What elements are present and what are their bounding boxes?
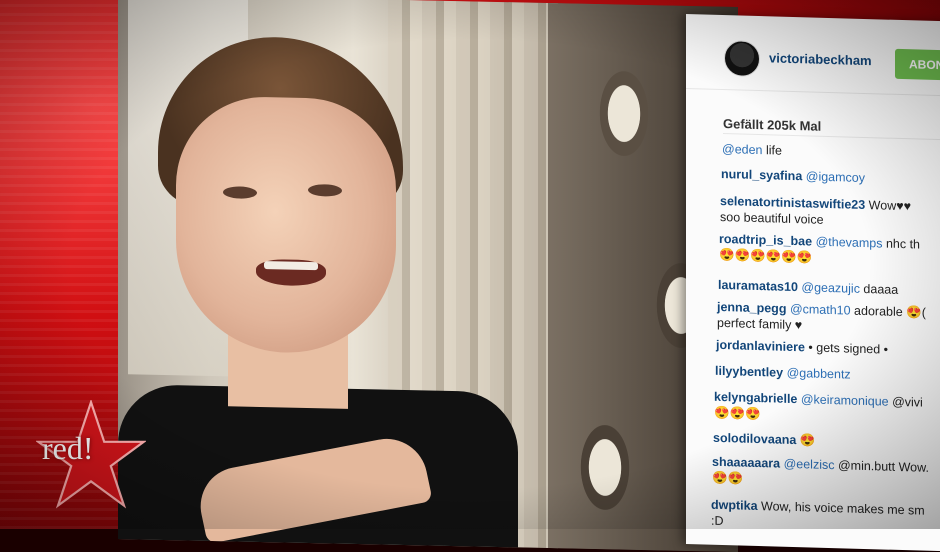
comment-username[interactable]: lauramatas10 xyxy=(718,278,801,294)
post-username[interactable]: victoriabeckham xyxy=(769,50,872,68)
comment-text: nhc th xyxy=(885,236,920,252)
comment-text: • gets signed • xyxy=(808,340,889,357)
comment-item: nurul_syafina @igamcoy xyxy=(721,166,865,186)
comment-item: shaaaaaara @eelzisc @min.butt Wow. 😍😍 xyxy=(712,454,929,492)
comment-mention[interactable]: @eelzisc xyxy=(784,457,838,473)
comment-username[interactable]: roadtrip_is_bae xyxy=(719,232,816,249)
comment-mention[interactable]: @thevamps xyxy=(816,235,886,251)
boy-teeth xyxy=(264,261,318,271)
comment-username[interactable]: kelyngabrielle xyxy=(714,390,801,406)
instagram-post-panel: victoriabeckham ABON Gefällt 205k Mal @e… xyxy=(686,14,940,552)
comment-text: adorable 😍( xyxy=(854,303,926,320)
comment-username[interactable]: shaaaaaara xyxy=(712,455,784,471)
avatar[interactable] xyxy=(724,40,760,78)
comment-text: daaaa xyxy=(863,281,899,297)
logo-text: red! xyxy=(42,430,94,466)
comment-item: lilyybentley @gabbentz xyxy=(715,363,851,383)
comment-mention[interactable]: @igamcoy xyxy=(806,169,865,185)
comment-item: selenatortinistaswiftie23 Wow♥♥ soo beau… xyxy=(720,193,911,230)
comments-list: @eden life nurul_syafina @igamcoy selena… xyxy=(686,140,940,528)
comment-username[interactable]: nurul_syafina xyxy=(721,167,806,183)
video-frame xyxy=(118,0,738,552)
comment-username[interactable]: jenna_pegg xyxy=(717,300,790,316)
follow-button[interactable]: ABON xyxy=(895,48,940,81)
comment-username[interactable]: jordanlaviniere xyxy=(716,338,808,355)
divider xyxy=(723,133,940,141)
comment-mention[interactable]: @cmath10 xyxy=(790,302,854,318)
comment-text: life xyxy=(765,143,782,158)
comment-mention[interactable]: @gabbentz xyxy=(787,366,851,382)
comment-text: @min.butt Wow. xyxy=(837,458,929,475)
comment-mention[interactable]: @keiramonique xyxy=(801,392,892,409)
comment-mention[interactable]: @geazujic xyxy=(801,280,863,296)
comment-text: Wow♥♥ xyxy=(868,198,912,214)
comment-mention[interactable]: @eden xyxy=(722,142,766,157)
comment-username[interactable]: lilyybentley xyxy=(715,364,787,380)
comment-item: solodilovaana 😍 xyxy=(713,430,815,449)
post-header: victoriabeckham ABON xyxy=(686,14,940,97)
likes-count: Gefällt 205k Mal xyxy=(723,116,822,134)
comment-username[interactable]: dwptika xyxy=(711,498,761,513)
comment-text: 😍 xyxy=(799,433,816,448)
comment-item: lauramatas10 @geazujic daaaa xyxy=(718,277,898,298)
comment-item: roadtrip_is_bae @thevamps nhc th 😍😍😍😍😍😍 xyxy=(719,231,920,269)
comment-username[interactable]: solodilovaana xyxy=(713,431,800,447)
comment-item: jordanlaviniere • gets signed • xyxy=(716,337,888,358)
comment-item: kelyngabrielle @keiramonique @vivi 😍😍😍 xyxy=(714,389,923,427)
boy-face xyxy=(176,95,396,355)
comment-text: @vivi xyxy=(892,394,923,410)
comment-item: @eden life xyxy=(722,141,782,159)
comment-item: jenna_pegg @cmath10 adorable 😍( perfect … xyxy=(717,299,926,337)
